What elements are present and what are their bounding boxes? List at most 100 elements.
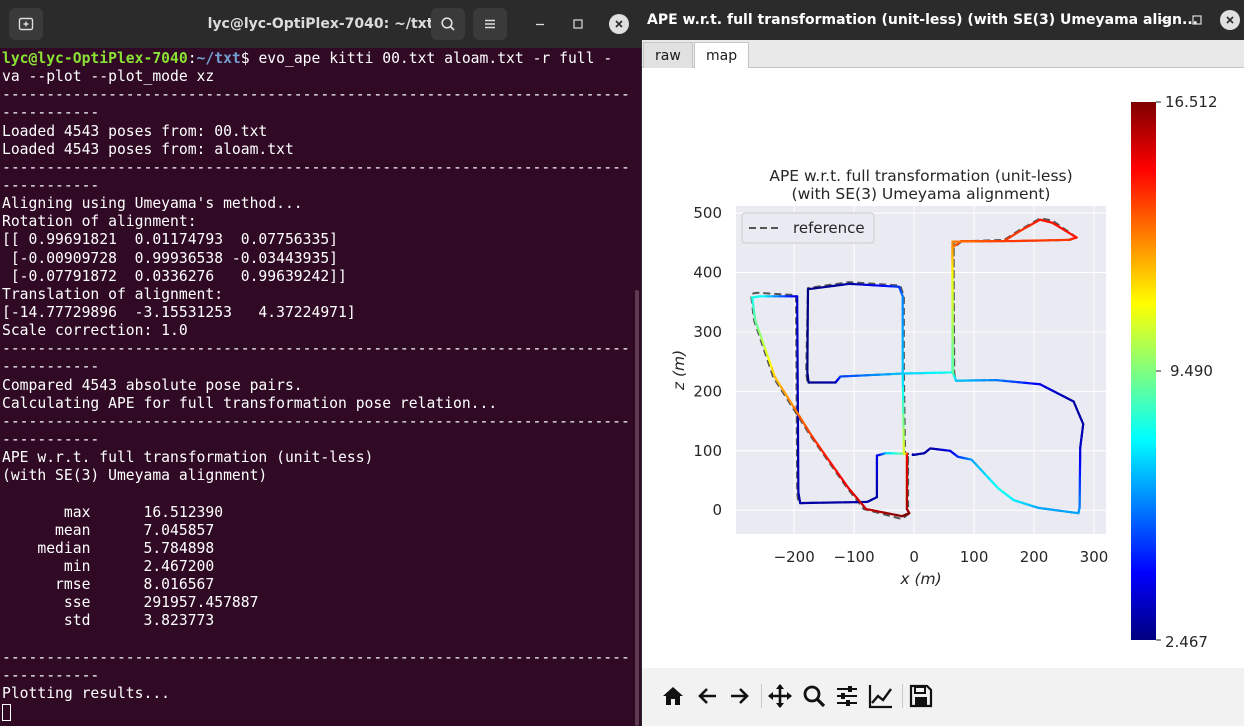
terminal-line: min 2.467200 — [2, 557, 215, 575]
x-tick-label: −100 — [834, 548, 875, 566]
plot-toolbar — [642, 668, 1244, 726]
terminal-line: [-14.77729896 -3.15531253 4.37224971] — [2, 303, 356, 321]
minimize-icon — [1160, 19, 1168, 22]
terminal-line: ----------- — [2, 666, 100, 684]
toolbar-separator — [902, 684, 903, 708]
colorbar-label-mid: 9.490 — [1170, 362, 1213, 380]
plot-close-button[interactable] — [1220, 10, 1240, 30]
terminal-line: rmse 8.016567 — [2, 576, 215, 594]
save-button[interactable] — [907, 682, 935, 710]
back-arrow-icon — [698, 688, 716, 704]
ape-map-chart[interactable]: −200 −100 0 100 200 300 0 100 200 300 400 500 APE … — [642, 68, 1244, 668]
terminal-line: median 5.784898 — [2, 539, 215, 557]
chart-title-line-1: APE w.r.t. full transformation (unit-les… — [769, 167, 1072, 185]
close-icon — [615, 20, 623, 28]
new-tab-button[interactable] — [9, 8, 43, 40]
plot-window[interactable]: APE w.r.t. full transformation (unit-les… — [642, 0, 1244, 726]
terminal-line: ----------- — [2, 430, 100, 448]
menu-button[interactable] — [473, 8, 507, 40]
tab-raw[interactable]: raw — [643, 42, 693, 68]
home-button[interactable] — [659, 682, 687, 710]
terminal-line: Loaded 4543 poses from: aloam.txt — [2, 140, 294, 158]
prompt-separator: : — [187, 50, 197, 67]
colorbar-label-max: 16.512 — [1165, 93, 1218, 111]
plot-window-title: APE w.r.t. full transformation (unit-les… — [647, 12, 1198, 28]
x-tick-label: 200 — [1020, 548, 1049, 566]
back-button[interactable] — [693, 682, 721, 710]
configure-subplots-icon — [837, 686, 857, 706]
search-button[interactable] — [431, 8, 465, 40]
terminal-titlebar[interactable]: lyc@lyc-OptiPlex-7040: ~/txt — [0, 0, 641, 48]
zoom-button[interactable] — [800, 682, 828, 710]
terminal-line: max 16.512390 — [2, 503, 224, 521]
terminal-line: ----------------------------------------… — [2, 86, 630, 104]
legend: reference — [741, 212, 875, 244]
x-tick-label: −200 — [774, 548, 815, 566]
close-icon — [1226, 16, 1234, 24]
terminal-line: ----------------------------------------… — [2, 412, 630, 430]
tab-bar: raw map — [642, 40, 1244, 69]
terminal-line: [-0.00909728 0.99936538 -0.03443935] — [2, 249, 339, 267]
plot-maximize-button[interactable] — [1187, 10, 1207, 30]
maximize-button[interactable] — [568, 14, 588, 34]
edit-axis-button[interactable] — [867, 682, 895, 710]
terminal-line: ----------- — [2, 176, 100, 194]
plot-minimize-button[interactable] — [1154, 10, 1174, 30]
pan-icon — [768, 684, 792, 708]
prompt-user: lyc@lyc-OptiPlex-7040 — [2, 50, 188, 67]
configure-subplots-button[interactable] — [833, 682, 861, 710]
close-button[interactable] — [609, 14, 629, 34]
chart-title-line-2: (with SE(3) Umeyama alignment) — [792, 185, 1051, 203]
minimize-button[interactable] — [530, 14, 550, 34]
terminal-line: sse 291957.457887 — [2, 594, 259, 612]
colorbar — [1131, 102, 1156, 640]
y-tick-label: 500 — [693, 204, 722, 222]
x-axis-label: x (m) — [899, 570, 941, 588]
edit-axis-icon — [868, 685, 892, 709]
terminal-line: Compared 4543 absolute pose pairs. — [2, 376, 303, 394]
terminal-scrollbar[interactable] — [635, 290, 639, 726]
y-axis-label: z (m) — [670, 350, 688, 391]
colorbar-label-min: 2.467 — [1165, 633, 1208, 651]
terminal-line: ----------------------------------------… — [2, 340, 630, 358]
terminal-line: Plotting results... — [2, 684, 179, 702]
terminal-line: ----------- — [2, 358, 100, 376]
search-icon — [441, 17, 455, 31]
y-tick-label: 200 — [693, 382, 722, 400]
cursor-line — [2, 703, 630, 721]
output-lines: va --plot --plot_mode xz ----------------… — [2, 68, 630, 703]
x-tick-label: 300 — [1080, 548, 1109, 566]
pan-button[interactable] — [766, 682, 794, 710]
x-tick-labels: −200 −100 0 100 200 300 — [774, 548, 1109, 566]
tab-map[interactable]: map — [694, 42, 750, 69]
terminal-line: Scale correction: 1.0 — [2, 322, 188, 340]
new-tab-icon — [18, 17, 34, 31]
save-icon — [909, 684, 933, 708]
forward-button[interactable] — [726, 682, 754, 710]
terminal-output[interactable]: lyc@lyc-OptiPlex-7040:~/txt$ evo_ape kit… — [2, 50, 630, 726]
terminal-line: va --plot --plot_mode xz — [2, 68, 215, 86]
plot-titlebar[interactable]: APE w.r.t. full transformation (unit-les… — [642, 0, 1244, 40]
terminal-line: Loaded 4543 poses from: 00.txt — [2, 122, 268, 140]
forward-arrow-icon — [731, 688, 749, 704]
y-tick-label: 100 — [693, 442, 722, 460]
colorbar-ticks: 16.512 9.490 2.467 — [1156, 93, 1218, 651]
terminal-line: std 3.823773 — [2, 612, 215, 630]
axes-background — [736, 206, 1106, 534]
x-tick-label: 100 — [960, 548, 989, 566]
terminal-window[interactable]: lyc@lyc-OptiPlex-7040: ~/txt lyc@lyc-Opt… — [0, 0, 641, 726]
y-tick-label: 400 — [693, 264, 722, 282]
x-tick-label: 0 — [909, 548, 919, 566]
terminal-line: Calculating APE for full transformation … — [2, 394, 498, 412]
terminal-line: Translation of alignment: — [2, 285, 224, 303]
terminal-line: ----------------------------------------… — [2, 158, 630, 176]
maximize-icon — [1192, 15, 1202, 25]
terminal-line: Rotation of alignment: — [2, 213, 197, 231]
plot-canvas[interactable]: −200 −100 0 100 200 300 0 100 200 300 400 500 APE … — [642, 68, 1244, 668]
terminal-line: Aligning using Umeyama's method... — [2, 195, 303, 213]
command-line: lyc@lyc-OptiPlex-7040:~/txt$ evo_ape kit… — [2, 50, 630, 68]
terminal-line: [-0.07791872 0.0336276 0.99639242]] — [2, 267, 347, 285]
minimize-icon — [536, 23, 544, 26]
